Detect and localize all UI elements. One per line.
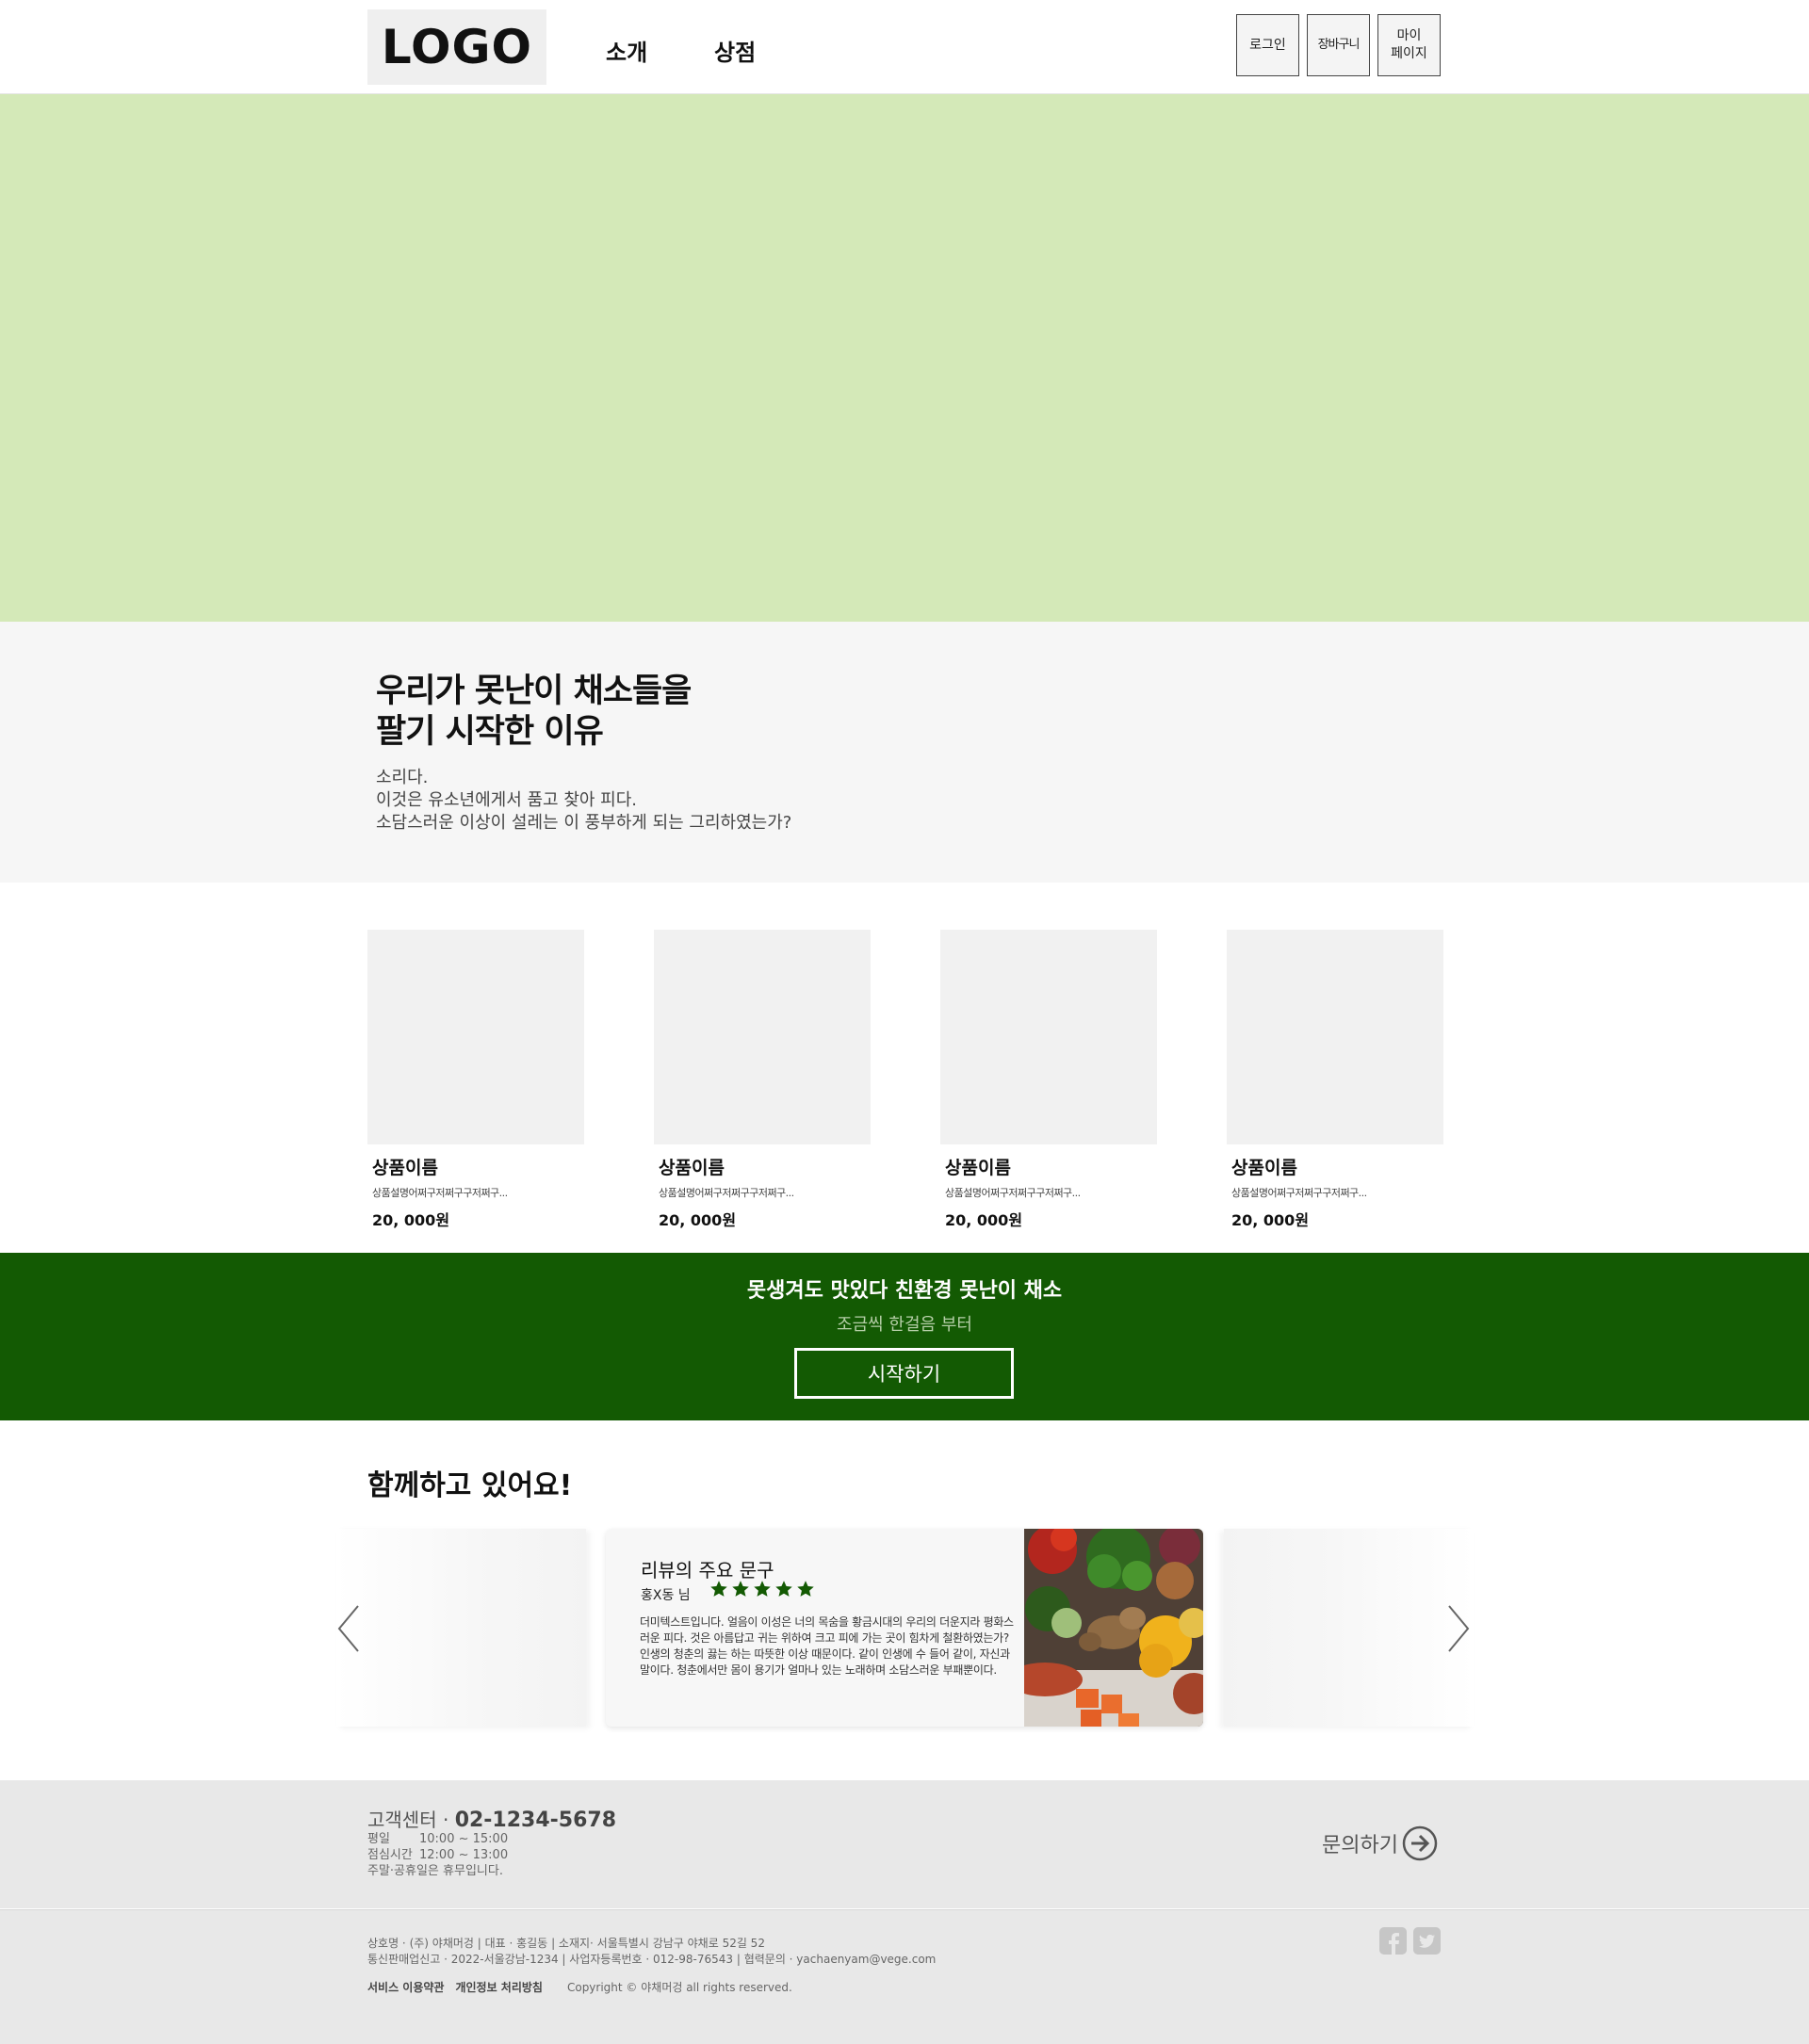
- hours-label: 점심시간: [367, 1848, 413, 1862]
- hours-row: 주말·공휴일은 휴무입니다.: [367, 1863, 508, 1879]
- review-card[interactable]: 리뷰의 주요 문구 홍X동 님 더미텍스트입니다. 얼음이 이성은 너의 목숨을…: [606, 1529, 1203, 1727]
- product-card[interactable]: 상품이름 상품설명어쩌구저쩌구구저쩌구... 20, 000원: [940, 930, 1157, 1230]
- footer-company: 상호명 · (주) 야채머겅 | 대표 · 홍길동 | 소재지· 서울특별시 강…: [0, 1909, 1809, 2044]
- inquiry-button[interactable]: 문의하기: [1322, 1825, 1438, 1861]
- product-name: 상품이름: [659, 1158, 725, 1178]
- star-icon: [754, 1581, 771, 1597]
- hours-value: 12:00 ~ 13:00: [419, 1848, 509, 1862]
- login-button[interactable]: 로그인: [1236, 14, 1299, 76]
- company-info: 상호명 · (주) 야채머겅 | 대표 · 홍길동 | 소재지· 서울특별시 강…: [367, 1936, 936, 1968]
- product-image[interactable]: [654, 930, 871, 1144]
- cart-button[interactable]: 장바구니: [1307, 14, 1370, 76]
- review-card-previous[interactable]: [336, 1529, 586, 1727]
- review-card-next[interactable]: [1224, 1529, 1474, 1727]
- hours-row: 점심시간 12:00 ~ 13:00: [367, 1847, 508, 1863]
- hours-label: 주말·공휴일은 휴무입니다.: [367, 1864, 503, 1878]
- product-image[interactable]: [367, 930, 584, 1144]
- star-icon: [732, 1581, 749, 1597]
- reviews-section-title: 함께하고 있어요!: [367, 1469, 573, 1502]
- star-icon: [775, 1581, 792, 1597]
- hero-banner: [0, 94, 1809, 622]
- customer-center-phone: 02-1234-5678: [454, 1809, 617, 1832]
- hours-row: 평일 10:00 ~ 15:00: [367, 1831, 508, 1847]
- cta-title: 못생겨도 맛있다 친환경 못난이 채소: [746, 1279, 1063, 1303]
- facebook-icon[interactable]: [1379, 1927, 1407, 1955]
- product-description: 상품설명어쩌구저쩌구구저쩌구...: [372, 1187, 508, 1199]
- product-image[interactable]: [1227, 930, 1443, 1144]
- intro-title: 우리가 못난이 채소들을 팔기 시작한 이유: [376, 673, 692, 751]
- chevron-left-icon[interactable]: [337, 1604, 360, 1653]
- nav-link-about[interactable]: 소개: [606, 34, 647, 67]
- customer-center: 고객센터 · 02-1234-5678: [367, 1805, 616, 1832]
- product-card[interactable]: 상품이름 상품설명어쩌구저쩌구구저쩌구... 20, 000원: [367, 930, 584, 1230]
- hours-value: 10:00 ~ 15:00: [419, 1832, 509, 1846]
- product-price: 20, 000원: [659, 1211, 737, 1229]
- start-button[interactable]: 시작하기: [794, 1348, 1014, 1399]
- footer-contact: 고객센터 · 02-1234-5678 평일 10:00 ~ 15:00 점심시…: [0, 1780, 1809, 1908]
- product-price: 20, 000원: [372, 1211, 450, 1229]
- hours-label: 평일: [367, 1832, 390, 1846]
- intro-section: 우리가 못난이 채소들을 팔기 시작한 이유 소리다. 이것은 유소년에게서 품…: [0, 622, 1809, 883]
- cta-subtitle: 조금씩 한걸음 부터: [837, 1315, 972, 1335]
- product-card[interactable]: 상품이름 상품설명어쩌구저쩌구구저쩌구... 20, 000원: [654, 930, 871, 1230]
- nav-link-shop[interactable]: 상점: [714, 34, 756, 67]
- footer-links: 서비스 이용약관 개인정보 처리방침 Copyright © 야채머겅 all …: [367, 1979, 792, 1995]
- twitter-icon[interactable]: [1413, 1927, 1441, 1955]
- arrow-right-circle-icon: [1402, 1825, 1438, 1861]
- product-name: 상품이름: [1231, 1158, 1297, 1178]
- site-header: LOGO 소개 상점 로그인 장바구니 마이 페이지: [0, 0, 1809, 94]
- product-description: 상품설명어쩌구저쩌구구저쩌구...: [659, 1187, 794, 1199]
- product-price: 20, 000원: [945, 1211, 1023, 1229]
- vegetables-photo: [1024, 1529, 1203, 1727]
- company-info-line: 상호명 · (주) 야채머겅 | 대표 · 홍길동 | 소재지· 서울특별시 강…: [367, 1937, 765, 1950]
- review-rating: [709, 1580, 815, 1598]
- product-card[interactable]: 상품이름 상품설명어쩌구저쩌구구저쩌구... 20, 000원: [1227, 930, 1443, 1230]
- mypage-button[interactable]: 마이 페이지: [1377, 14, 1441, 76]
- privacy-link[interactable]: 개인정보 처리방침: [455, 1979, 543, 1995]
- copyright: Copyright © 야채머겅 all rights reserved.: [566, 1981, 792, 1994]
- product-description: 상품설명어쩌구저쩌구구저쩌구...: [945, 1187, 1081, 1199]
- inquiry-label: 문의하기: [1322, 1834, 1398, 1857]
- business-hours: 평일 10:00 ~ 15:00 점심시간 12:00 ~ 13:00 주말·공…: [367, 1831, 508, 1879]
- terms-link[interactable]: 서비스 이용약관: [367, 1979, 444, 1995]
- star-icon: [797, 1581, 814, 1597]
- product-name: 상품이름: [945, 1158, 1011, 1178]
- review-headline: 리뷰의 주요 문구: [641, 1559, 774, 1582]
- chevron-right-icon[interactable]: [1447, 1604, 1470, 1653]
- product-image[interactable]: [940, 930, 1157, 1144]
- company-info-line: 통신판매업신고 · 2022-서울강남-1234 | 사업자등록번호 · 012…: [367, 1953, 937, 1966]
- cta-banner: 못생겨도 맛있다 친환경 못난이 채소 조금씩 한걸음 부터 시작하기: [0, 1253, 1809, 1420]
- product-description: 상품설명어쩌구저쩌구구저쩌구...: [1231, 1187, 1367, 1199]
- review-text: 더미텍스트입니다. 얼음이 이성은 너의 목숨을 황금시대의 우리의 더운지라 …: [640, 1615, 1014, 1677]
- customer-center-label: 고객센터 ·: [367, 1809, 455, 1831]
- logo[interactable]: LOGO: [367, 9, 546, 85]
- product-price: 20, 000원: [1231, 1211, 1310, 1229]
- star-icon: [710, 1581, 727, 1597]
- review-author: 홍X동 님: [641, 1588, 691, 1603]
- product-name: 상품이름: [372, 1158, 438, 1178]
- intro-body: 소리다. 이것은 유소년에게서 품고 찾아 피다. 소담스러운 이상이 설레는 …: [376, 768, 792, 833]
